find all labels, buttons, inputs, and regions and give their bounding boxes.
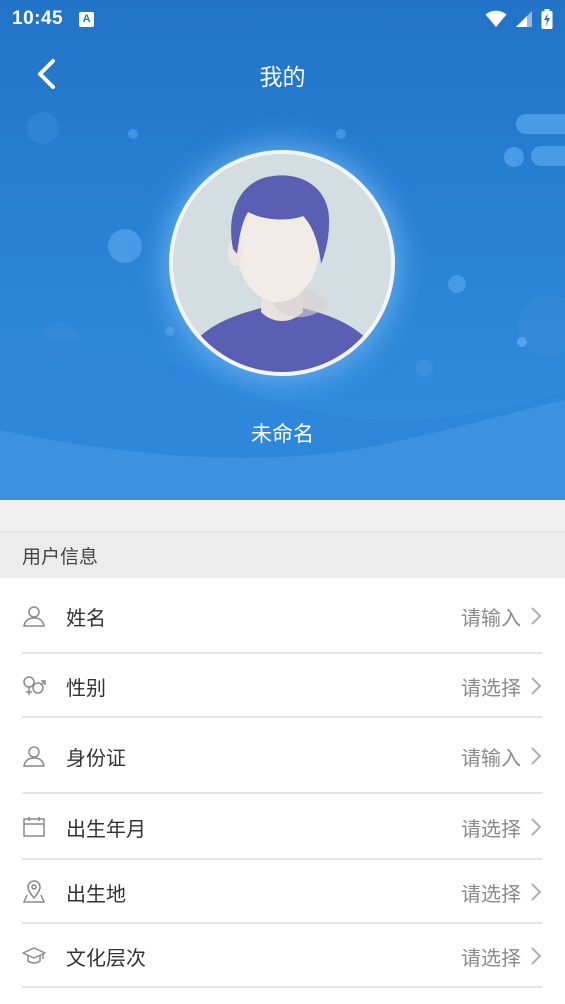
row-value: 请输入	[461, 745, 521, 770]
row-label: 出生地	[66, 881, 126, 906]
person-icon	[22, 604, 46, 628]
divider	[22, 986, 542, 988]
username[interactable]: 未命名	[0, 418, 565, 448]
row-label: 出生年月	[66, 816, 146, 841]
status-icons	[485, 9, 553, 29]
row-label: 性别	[66, 675, 106, 700]
row-birthplace[interactable]: 出生地 请选择	[0, 860, 565, 924]
chevron-right-icon	[529, 946, 543, 966]
chevron-right-icon	[529, 882, 543, 902]
status-bar: 10:45 A	[0, 0, 565, 38]
row-value: 请选择	[461, 816, 521, 841]
chevron-right-icon	[529, 606, 543, 626]
gender-icon	[22, 674, 46, 698]
section-title: 用户信息	[0, 532, 565, 578]
calendar-icon	[22, 815, 46, 839]
cellular-signal-icon	[516, 11, 532, 27]
wifi-icon	[485, 10, 507, 27]
page-title: 我的	[259, 65, 306, 91]
section-spacer	[0, 500, 565, 532]
status-time: 10:45	[12, 8, 64, 29]
chevron-right-icon	[529, 676, 543, 696]
notification-a-icon: A	[79, 11, 95, 27]
navigation-bar: 我的	[0, 44, 565, 102]
profile-header: 10:45 A 我的 未命名	[0, 0, 565, 500]
row-education-level[interactable]: 文化层次 请选择	[0, 924, 565, 988]
row-birth-date[interactable]: 出生年月 请选择	[0, 794, 565, 860]
location-pin-icon	[22, 880, 46, 904]
row-label: 身份证	[66, 745, 126, 770]
avatar[interactable]	[169, 150, 395, 376]
row-value: 请选择	[461, 945, 521, 970]
chevron-right-icon	[529, 746, 543, 766]
chevron-right-icon	[529, 817, 543, 837]
row-label: 姓名	[66, 605, 106, 630]
row-gender[interactable]: 性别 请选择	[0, 654, 565, 718]
graduation-cap-icon	[22, 944, 46, 968]
row-name[interactable]: 姓名 请输入	[0, 578, 565, 654]
row-value: 请选择	[461, 881, 521, 906]
battery-charging-icon	[541, 9, 553, 29]
row-value: 请输入	[461, 605, 521, 630]
row-value: 请选择	[461, 675, 521, 700]
person-icon	[22, 744, 46, 768]
row-id-card[interactable]: 身份证 请输入	[0, 718, 565, 794]
row-label: 文化层次	[66, 945, 146, 970]
default-avatar-icon	[173, 154, 391, 372]
user-info-list: 姓名 请输入 性别 请选择 身份证 请输入 出生年月 请选择 出生地 请选择 文…	[0, 578, 565, 988]
